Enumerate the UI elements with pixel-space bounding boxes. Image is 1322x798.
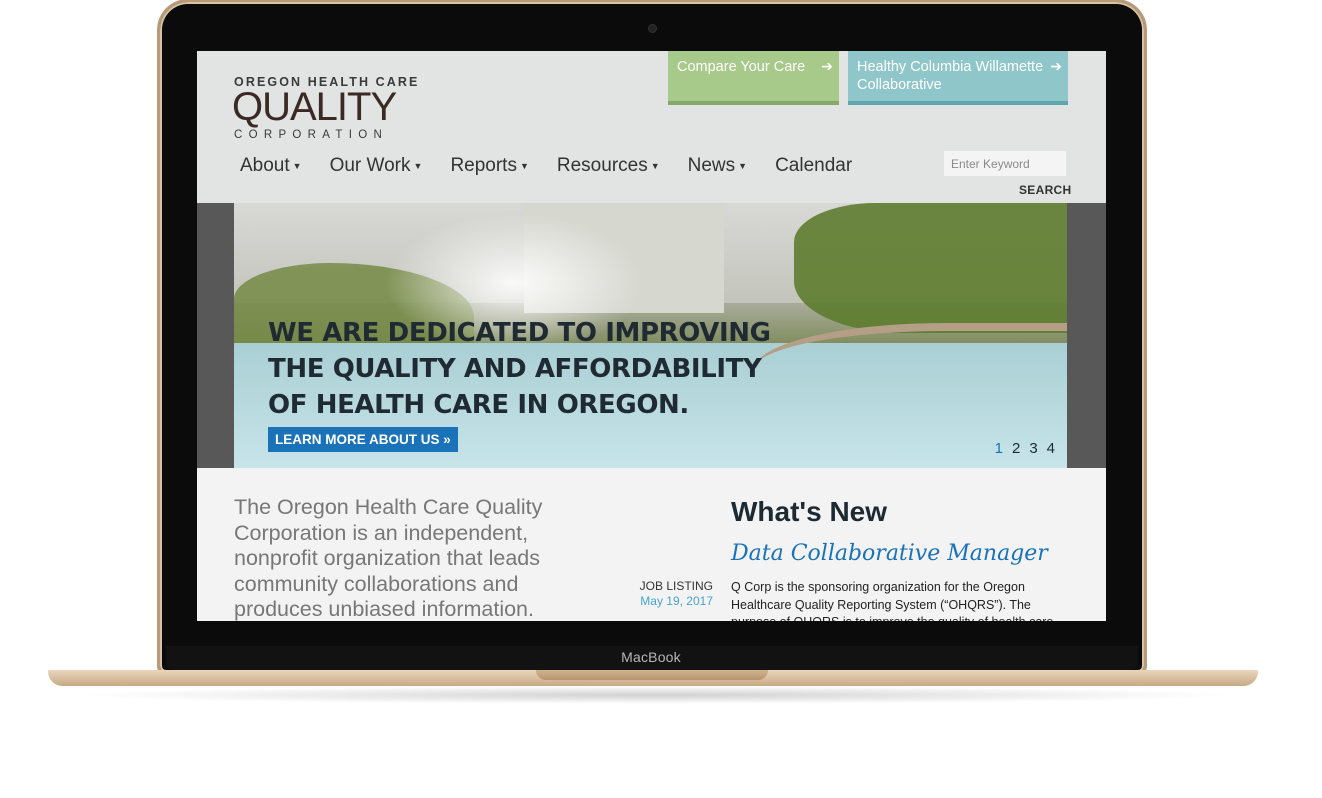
- news-tag: JOB LISTING: [639, 579, 713, 593]
- nav-label: Resources: [556, 155, 648, 176]
- hero-headline: WE ARE DEDICATED TO IMPROVING THE QUALIT…: [268, 315, 788, 423]
- slide-dot-3[interactable]: 3: [1029, 440, 1037, 457]
- caret-down-icon: ▼: [413, 160, 423, 171]
- nav-item-our-work[interactable]: Our Work ▼: [330, 155, 423, 181]
- news-headline-link[interactable]: Data Collaborative Manager: [731, 541, 1048, 566]
- nav-label: Calendar: [775, 155, 853, 176]
- device-label: MacBook: [621, 649, 681, 665]
- hero-headline-line: THE QUALITY AND AFFORDABILITY: [268, 354, 762, 384]
- caret-down-icon: ▼: [292, 160, 302, 171]
- learn-more-button[interactable]: LEARN MORE ABOUT US »: [268, 427, 458, 452]
- screen: OREGON HEALTH CARE QUALITY CORPORATION C…: [197, 51, 1106, 621]
- nav-item-about[interactable]: About ▼: [240, 155, 302, 181]
- news-date: May 19, 2017: [640, 594, 713, 608]
- laptop-notch: [536, 670, 768, 680]
- hero-wrapper: WE ARE DEDICATED TO IMPROVING THE QUALIT…: [197, 203, 1106, 468]
- nav-label: Reports: [450, 155, 517, 176]
- logo-line2: QUALITY: [232, 85, 397, 129]
- site-logo[interactable]: OREGON HEALTH CARE QUALITY CORPORATION: [232, 75, 424, 145]
- healthy-columbia-label: Healthy Columbia Willamette Collaborativ…: [857, 59, 1044, 93]
- slide-dot-1[interactable]: 1: [995, 440, 1003, 457]
- site-header: OREGON HEALTH CARE QUALITY CORPORATION C…: [197, 51, 1106, 203]
- nav-item-news[interactable]: News ▼: [688, 155, 747, 181]
- content-section: The Oregon Health Care Quality Corporati…: [197, 468, 1106, 621]
- intro-text: The Oregon Health Care Quality Corporati…: [234, 495, 543, 621]
- main-nav: About ▼ Our Work ▼ Reports ▼ Resources ▼ New…: [240, 155, 880, 181]
- caret-down-icon: ▼: [650, 160, 660, 171]
- laptop-shadow: [70, 686, 1240, 704]
- hero-photo-trees-right: [794, 203, 1067, 333]
- hero-headline-line: WE ARE DEDICATED TO IMPROVING: [268, 318, 771, 348]
- caret-down-icon: ▼: [738, 160, 748, 171]
- nav-label: News: [687, 155, 736, 176]
- compare-care-button[interactable]: Compare Your Care ➔: [668, 51, 839, 105]
- nav-item-reports[interactable]: Reports ▼: [450, 155, 528, 181]
- compare-care-label: Compare Your Care: [677, 59, 806, 75]
- slide-pager: 1 2 3 4: [986, 440, 1055, 457]
- search-input[interactable]: [944, 151, 1066, 176]
- nav-item-resources[interactable]: Resources ▼: [557, 155, 660, 181]
- nav-item-calendar[interactable]: Calendar: [775, 155, 852, 181]
- nav-label: About: [240, 155, 290, 176]
- arrow-right-icon: ➔: [1050, 58, 1062, 74]
- slide-dot-4[interactable]: 4: [1047, 440, 1055, 457]
- whats-new-title: What's New: [731, 496, 888, 527]
- hero-headline-line: OF HEALTH CARE IN OREGON.: [268, 390, 689, 420]
- healthy-columbia-button[interactable]: Healthy Columbia Willamette Collaborativ…: [848, 51, 1068, 105]
- hero-slide: WE ARE DEDICATED TO IMPROVING THE QUALIT…: [234, 203, 1067, 468]
- camera-icon: [648, 24, 657, 33]
- search-button[interactable]: SEARCH: [1019, 183, 1071, 197]
- arrow-right-icon: ➔: [821, 58, 833, 74]
- news-body: Q Corp is the sponsoring organization fo…: [731, 580, 1053, 621]
- slide-dot-2[interactable]: 2: [1012, 440, 1020, 457]
- caret-down-icon: ▼: [519, 160, 529, 171]
- hero-photo-pool-edge: [754, 323, 1067, 401]
- logo-line3: CORPORATION: [234, 129, 389, 141]
- nav-label: Our Work: [329, 155, 411, 176]
